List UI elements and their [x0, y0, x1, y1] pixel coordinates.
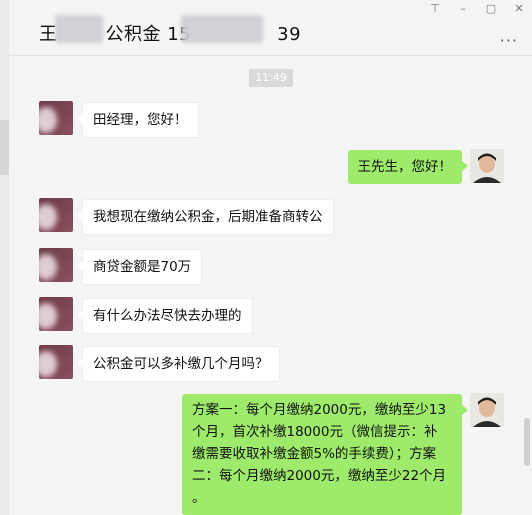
message-text: 田经理，您好！ [93, 112, 188, 128]
contact-avatar[interactable] [39, 101, 73, 135]
contact-avatar[interactable] [39, 198, 73, 232]
received-message: 公积金可以多补缴几个月吗？ [77, 346, 280, 382]
chat-header: 王公积金 15 39 ⊤ – ▢ ✕ ··· [9, 0, 532, 56]
received-message: 有什么办法尽快去办理的 [77, 298, 253, 334]
more-options-icon[interactable]: ··· [500, 31, 518, 50]
maximize-icon[interactable]: ▢ [484, 2, 498, 15]
left-panel-scrollbar[interactable] [0, 120, 9, 175]
contact-avatar[interactable] [39, 297, 73, 331]
received-message: 商贷金额是70万 [76, 249, 203, 285]
user-photo-icon [470, 149, 504, 183]
close-icon[interactable]: ✕ [512, 2, 526, 15]
redaction-blur [181, 15, 263, 43]
message-line: 方案一：每个月缴纳2000元，缴纳至少13 [192, 402, 447, 418]
timestamp: 11:49 [249, 69, 293, 87]
message-text: 我想现在缴纳公积金，后期准备商转公 [93, 209, 323, 225]
user-photo-icon [470, 393, 504, 427]
contact-avatar[interactable] [39, 345, 73, 379]
message-text: 有什么办法尽快去办理的 [93, 308, 242, 324]
message-line: 缴需要收取补缴金额5%的手续费）；方案 [192, 446, 437, 462]
left-panel-edge [0, 0, 9, 515]
title-middle: 公积金 15 [105, 24, 192, 45]
sent-message: 王先生，您好！ [347, 150, 468, 184]
user-avatar[interactable] [470, 393, 504, 427]
sent-message: 方案一：每个月缴纳2000元，缴纳至少13 个月，首次补缴18000元（微信提示… [182, 394, 468, 515]
message-line: 个月，首次补缴18000元（微信提示：补 [192, 424, 438, 440]
message-line: 二：每个月缴纳2000元，缴纳至少22个月 [192, 468, 447, 484]
title-suffix: 39 [277, 24, 302, 45]
received-message: 田经理，您好！ [77, 102, 199, 138]
message-line: 。 [192, 490, 206, 506]
message-text: 商贷金额是70万 [93, 259, 192, 275]
message-text: 王先生，您好！ [357, 159, 453, 175]
chat-scrollbar[interactable] [524, 418, 530, 466]
received-message: 我想现在缴纳公积金，后期准备商转公 [77, 199, 334, 235]
window-controls: ⊤ – ▢ ✕ [428, 2, 526, 15]
minimize-icon[interactable]: – [456, 2, 470, 15]
user-avatar[interactable] [470, 149, 504, 183]
message-text: 公积金可以多补缴几个月吗？ [93, 356, 269, 372]
pin-icon[interactable]: ⊤ [428, 2, 442, 15]
redaction-blur [55, 15, 103, 43]
contact-avatar[interactable] [39, 248, 73, 282]
